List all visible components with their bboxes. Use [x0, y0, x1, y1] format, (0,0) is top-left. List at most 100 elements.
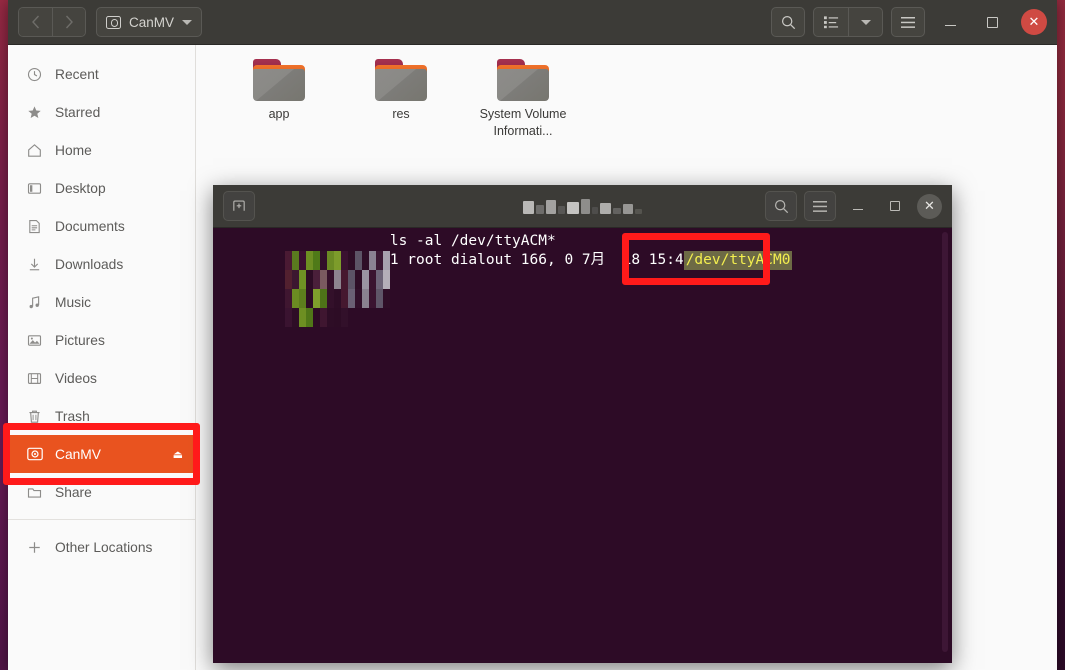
sidebar-item-label: Starred: [55, 105, 100, 120]
minimize-icon: [945, 25, 956, 27]
terminal-window: ✕ ls -al /dev/ttyACM* 1 root dialout 166…: [213, 185, 952, 663]
path-button-canmv[interactable]: CanMV: [96, 7, 202, 37]
sidebar-item-label: Other Locations: [55, 540, 152, 555]
sidebar-item-pictures[interactable]: Pictures: [8, 321, 195, 359]
search-icon: [781, 15, 796, 30]
chevron-down-icon: [182, 20, 192, 25]
redacted-prompt-mosaic: [215, 251, 390, 270]
plus-icon: [26, 539, 43, 556]
hamburger-menu-icon: [812, 200, 828, 213]
video-icon: [26, 370, 43, 387]
search-button[interactable]: [771, 7, 805, 37]
file-item-app[interactable]: app: [218, 59, 340, 139]
sidebar-item-label: CanMV: [55, 447, 101, 462]
sidebar-item-documents[interactable]: Documents: [8, 207, 195, 245]
hamburger-menu-icon: [900, 16, 916, 29]
sidebar-item-label: Recent: [55, 67, 99, 82]
terminal-content[interactable]: ls -al /dev/ttyACM* 1 root dialout 166, …: [213, 228, 952, 663]
terminal-scrollbar[interactable]: [942, 232, 948, 652]
sidebar-item-videos[interactable]: Videos: [8, 359, 195, 397]
close-icon: ✕: [924, 198, 935, 214]
maximize-button[interactable]: [975, 7, 1009, 37]
sidebar-item-canmv[interactable]: CanMV ⏏: [8, 435, 195, 473]
minimize-button[interactable]: [933, 7, 967, 37]
terminal-command-text: ls -al /dev/ttyACM*: [390, 232, 556, 251]
redacted-prompt-mosaic: [215, 289, 348, 308]
terminal-headerbar: ✕: [213, 185, 952, 228]
picture-icon: [26, 332, 43, 349]
terminal-close-button[interactable]: ✕: [917, 194, 942, 219]
list-view-button[interactable]: [814, 8, 848, 36]
clock-icon: [26, 66, 43, 83]
minimize-icon: [853, 209, 863, 211]
view-mode-group: [813, 7, 883, 37]
chevron-down-icon: [861, 20, 871, 25]
close-icon: ✕: [1029, 14, 1040, 30]
file-item-res[interactable]: res: [340, 59, 462, 139]
file-item-label: System Volume Informati...: [465, 106, 581, 139]
navigation-buttons: [18, 7, 86, 37]
terminal-line: [213, 289, 952, 308]
new-tab-button[interactable]: [223, 191, 255, 221]
terminal-maximize-button[interactable]: [880, 192, 910, 220]
terminal-minimize-button[interactable]: [843, 192, 873, 220]
path-button-label: CanMV: [129, 15, 174, 30]
maximize-icon: [987, 17, 998, 28]
terminal-line: ls -al /dev/ttyACM*: [213, 232, 952, 251]
terminal-line: [213, 270, 952, 289]
search-icon: [774, 199, 789, 214]
view-options-dropdown-button[interactable]: [848, 8, 882, 36]
new-tab-icon: [231, 198, 247, 214]
sidebar-item-downloads[interactable]: Downloads: [8, 245, 195, 283]
sidebar-item-share[interactable]: Share: [8, 473, 195, 511]
maximize-icon: [890, 201, 900, 211]
file-item-label: app: [269, 106, 290, 123]
back-button[interactable]: [19, 8, 52, 36]
sidebar-item-label: Desktop: [55, 181, 106, 196]
terminal-menu-button[interactable]: [804, 191, 836, 221]
sidebar-item-desktop[interactable]: Desktop: [8, 169, 195, 207]
chevron-right-icon: [65, 15, 74, 29]
list-view-icon: [824, 15, 839, 29]
sidebar-item-label: Pictures: [55, 333, 105, 348]
sidebar-item-label: Videos: [55, 371, 97, 386]
sidebar-item-label: Trash: [55, 409, 90, 424]
download-icon: [26, 256, 43, 273]
file-manager-headerbar: CanMV: [8, 0, 1057, 45]
terminal-output-text: 1 root dialout 166, 0 7月 18 15:4: [390, 251, 684, 270]
sidebar-item-trash[interactable]: Trash: [8, 397, 195, 435]
terminal-line: 1 root dialout 166, 0 7月 18 15:4 /dev/tt…: [213, 251, 952, 270]
main-menu-button[interactable]: [891, 7, 925, 37]
sidebar-item-starred[interactable]: Starred: [8, 93, 195, 131]
close-button[interactable]: ✕: [1021, 9, 1047, 35]
document-icon: [26, 218, 43, 235]
trash-icon: [26, 408, 43, 425]
sidebar-item-home[interactable]: Home: [8, 131, 195, 169]
desktop-icon: [26, 180, 43, 197]
forward-button[interactable]: [52, 8, 85, 36]
terminal-highlighted-device: /dev/ttyACM0: [684, 251, 793, 270]
sidebar-item-label: Downloads: [55, 257, 123, 272]
chevron-left-icon: [31, 15, 40, 29]
sidebar-divider: [8, 519, 195, 520]
home-icon: [26, 142, 43, 159]
folder-icon: [26, 484, 43, 501]
file-icon-grid: app res System Volume Informati...: [196, 45, 1057, 139]
redacted-prompt-mosaic: [215, 232, 390, 251]
star-icon: [26, 104, 43, 121]
music-icon: [26, 294, 43, 311]
file-item-label: res: [392, 106, 409, 123]
sidebar-item-recent[interactable]: Recent: [8, 55, 195, 93]
redacted-title-mosaic: [523, 198, 642, 214]
sidebar: Recent Starred Home Desktop: [8, 45, 196, 670]
redacted-prompt-mosaic: [215, 270, 390, 289]
sidebar-item-other-locations[interactable]: Other Locations: [8, 528, 195, 566]
sidebar-item-label: Share: [55, 485, 92, 500]
sidebar-item-label: Home: [55, 143, 92, 158]
sidebar-item-music[interactable]: Music: [8, 283, 195, 321]
terminal-search-button[interactable]: [765, 191, 797, 221]
camera-device-icon: [26, 446, 43, 463]
file-item-system-volume-information[interactable]: System Volume Informati...: [462, 59, 584, 139]
sidebar-item-label: Documents: [55, 219, 125, 234]
eject-icon[interactable]: ⏏: [173, 448, 183, 461]
